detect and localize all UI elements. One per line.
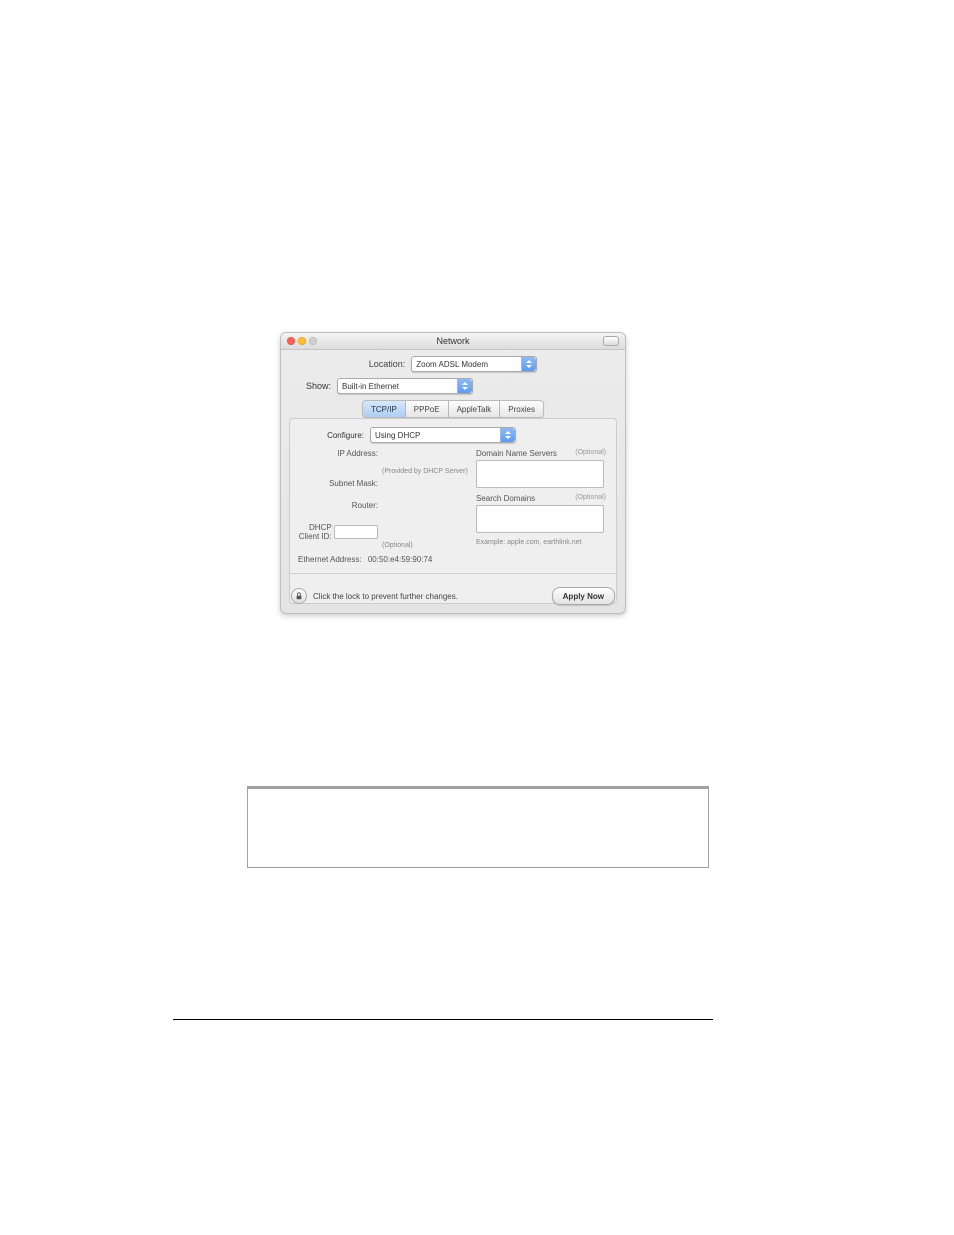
tab-label: Proxies (508, 405, 535, 414)
location-value: Zoom ADSL Modem (416, 360, 488, 369)
subnet-mask-label: Subnet Mask: (329, 479, 378, 488)
tab-label: TCP/IP (371, 405, 397, 414)
tcpip-right-column: Domain Name Servers (Optional) Search Do… (476, 449, 606, 546)
location-row: Location: Zoom ADSL Modem (281, 356, 625, 372)
configure-label: Configure: (298, 431, 364, 440)
window-bottom-row: Click the lock to prevent further change… (291, 587, 615, 605)
lock-text: Click the lock to prevent further change… (313, 592, 458, 601)
ip-address-label: IP Address: (337, 449, 378, 458)
tcpip-left-column: IP Address: (Provided by DHCP Server) Su… (298, 449, 468, 568)
toolbar-pill-icon[interactable] (603, 336, 619, 346)
ethernet-address-value: 00:50:e4:59:90:74 (368, 555, 433, 564)
note-box-top-bar (248, 787, 708, 789)
dhcp-client-id-input[interactable] (334, 525, 378, 539)
tab-tcpip[interactable]: TCP/IP (362, 400, 406, 418)
search-domains-textarea[interactable] (476, 505, 604, 533)
tab-pppoe[interactable]: PPPoE (406, 400, 449, 418)
network-window: Network Location: Zoom ADSL Modem Show: … (280, 332, 626, 614)
show-value: Built-in Ethernet (342, 382, 399, 391)
dhcp-optional-hint: (Optional) (382, 542, 468, 549)
apply-now-label: Apply Now (563, 592, 604, 601)
tcpip-pane: Configure: Using DHCP IP Address: (Provi… (289, 418, 617, 604)
search-domains-example: Example: apple.com, earthlink.net (476, 539, 606, 546)
tab-strip: TCP/IP PPPoE AppleTalk Proxies (362, 400, 544, 418)
show-popup[interactable]: Built-in Ethernet (337, 378, 473, 394)
tab-label: PPPoE (414, 405, 440, 414)
configure-popup[interactable]: Using DHCP (370, 427, 516, 443)
dns-optional-hint: (Optional) (575, 449, 606, 458)
location-label: Location: (369, 359, 406, 369)
ethernet-address-label: Ethernet Address: (298, 555, 362, 564)
window-titlebar: Network (281, 333, 625, 350)
tab-appletalk[interactable]: AppleTalk (449, 400, 501, 418)
search-domains-label: Search Domains (476, 494, 535, 503)
dns-textarea[interactable] (476, 460, 604, 488)
window-title: Network (281, 336, 625, 346)
show-label: Show: (301, 381, 331, 391)
configure-row: Configure: Using DHCP (298, 427, 608, 443)
divider (289, 573, 617, 574)
note-box (247, 786, 709, 868)
search-domains-optional-hint: (Optional) (575, 494, 606, 503)
chevron-updown-icon (500, 428, 515, 442)
dhcp-client-id-label: DHCP Client ID: (298, 523, 332, 541)
tab-label: AppleTalk (457, 405, 492, 414)
page-footer-rule (173, 1019, 713, 1020)
dns-label: Domain Name Servers (476, 449, 557, 458)
chevron-updown-icon (457, 379, 472, 393)
show-row: Show: Built-in Ethernet (301, 378, 625, 394)
tab-proxies[interactable]: Proxies (500, 400, 544, 418)
chevron-updown-icon (521, 357, 536, 371)
router-label: Router: (352, 501, 378, 510)
ip-provided-hint: (Provided by DHCP Server) (382, 468, 468, 475)
configure-value: Using DHCP (375, 431, 420, 440)
location-popup[interactable]: Zoom ADSL Modem (411, 356, 537, 372)
apply-now-button[interactable]: Apply Now (552, 587, 615, 605)
document-page: Network Location: Zoom ADSL Modem Show: … (0, 0, 954, 1235)
lock-icon[interactable] (291, 588, 307, 604)
